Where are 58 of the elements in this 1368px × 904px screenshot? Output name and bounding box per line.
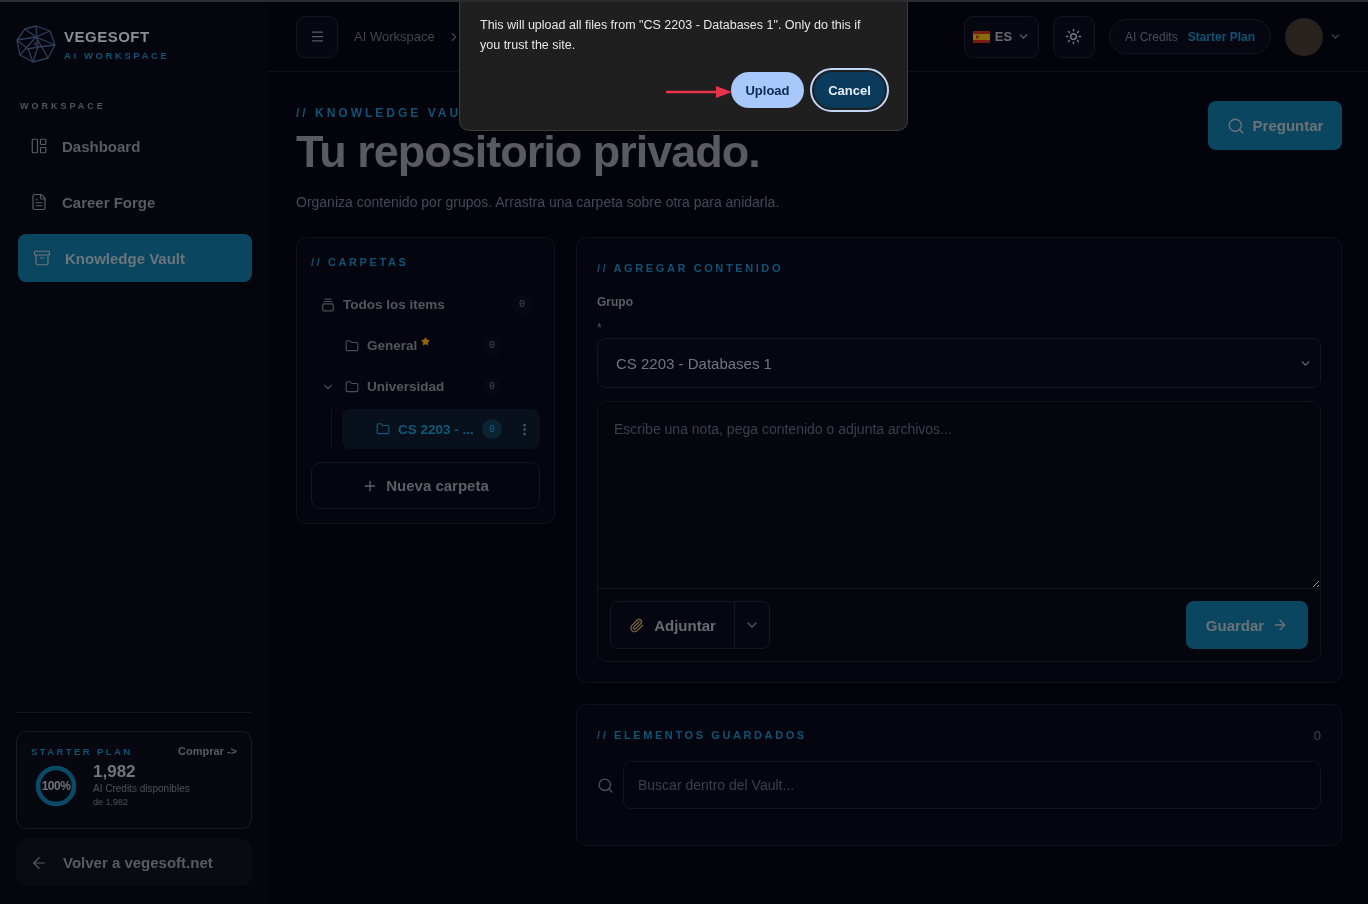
save-button[interactable]: Guardar bbox=[1186, 601, 1308, 649]
archive-icon bbox=[33, 249, 51, 267]
panel-title: // ELEMENTOS GUARDADOS bbox=[597, 728, 807, 743]
buy-link[interactable]: Comprar -> bbox=[178, 745, 237, 757]
required-mark: * bbox=[597, 321, 603, 335]
credits-amount: 1,982 bbox=[93, 762, 137, 782]
search-field[interactable]: Buscar dentro del Vault... bbox=[623, 761, 1321, 809]
breadcrumb-link[interactable]: AI Workspace bbox=[354, 29, 435, 44]
ask-button[interactable]: Preguntar bbox=[1208, 101, 1342, 150]
brand-name: VEGESOFT bbox=[64, 27, 151, 45]
nav-item[interactable]: Career Forge bbox=[18, 178, 252, 226]
stack-icon bbox=[321, 297, 335, 312]
logo-icon bbox=[16, 25, 56, 63]
flag-icon bbox=[972, 30, 990, 43]
progress-ring bbox=[35, 764, 77, 807]
field-label: Grupo bbox=[597, 294, 634, 311]
nav-item[interactable]: Knowledge Vault bbox=[18, 234, 252, 282]
panel-title: // AGREGAR CONTENIDO bbox=[597, 261, 785, 276]
search-icon bbox=[597, 776, 614, 794]
credits-total: de 1,982 bbox=[93, 796, 130, 809]
saved-count: 0 bbox=[1313, 727, 1321, 743]
search-icon bbox=[1226, 116, 1245, 135]
plan-label: STARTER PLAN bbox=[31, 745, 133, 757]
panel-title: // CARPETAS bbox=[311, 255, 410, 270]
page-eyebrow: // KNOWLEDGE VAU bbox=[296, 105, 463, 121]
folder-icon bbox=[345, 379, 359, 394]
dashboard-icon bbox=[30, 137, 48, 155]
attach-menu-button[interactable] bbox=[735, 601, 770, 649]
folder-item[interactable]: CS 2203 - ... 0 bbox=[342, 409, 540, 449]
folder-icon bbox=[345, 338, 359, 353]
theme-button[interactable] bbox=[1052, 15, 1095, 58]
attach-button[interactable]: Adjuntar bbox=[610, 601, 735, 649]
document-icon bbox=[30, 193, 48, 211]
credits-caption: AI Credits disponibles bbox=[93, 782, 190, 796]
brand-tagline: AI WORKSPACE bbox=[64, 49, 170, 61]
item-count: 0 bbox=[482, 419, 502, 439]
menu-button[interactable] bbox=[296, 15, 338, 58]
dialog-message: This will upload all files from "CS 2203 - Databases 1". Only do this if you trust the site. bbox=[480, 17, 862, 54]
page-title: Tu repositorio privado. bbox=[296, 125, 761, 179]
section-label: WORKSPACE bbox=[19, 101, 107, 111]
percent-label: 100% bbox=[41, 778, 71, 793]
paperclip-icon bbox=[629, 617, 645, 633]
dialog-button[interactable]: Upload bbox=[731, 72, 804, 108]
sun-icon bbox=[1065, 28, 1083, 45]
back-link[interactable]: Volver a vegesoft.net bbox=[16, 839, 252, 886]
folder-icon bbox=[376, 422, 390, 436]
menu-icon bbox=[309, 29, 325, 44]
dialog-button[interactable]: Cancel bbox=[810, 68, 889, 112]
page-subtitle: Organiza contenido por grupos. Arrastra una carpeta sobre otra para anidarla. bbox=[296, 193, 780, 212]
credits-pill[interactable]: AI Credits Starter Plan bbox=[1108, 19, 1271, 54]
new-folder-button[interactable]: Nueva carpeta bbox=[311, 462, 540, 509]
note-composer[interactable]: Escribe una nota, pega contenido o adjunta archivos... Adjuntar Guardar bbox=[597, 401, 1321, 662]
group-select[interactable]: CS 2203 - Databases 1 bbox=[597, 338, 1321, 388]
nav-item[interactable]: Dashboard bbox=[18, 122, 252, 170]
avatar-placeholder[interactable] bbox=[1285, 17, 1323, 56]
annotation-arrow bbox=[666, 85, 732, 99]
language-button[interactable]: ES bbox=[963, 15, 1039, 58]
note-field[interactable]: Escribe una nota, pega contenido o adjunta archivos... bbox=[598, 402, 1320, 589]
